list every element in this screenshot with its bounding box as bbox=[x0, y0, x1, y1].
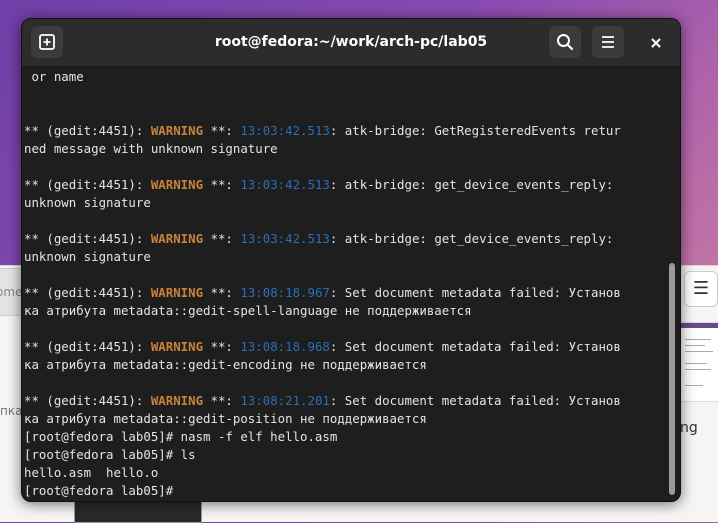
terminal-text: unknown signature bbox=[24, 249, 151, 264]
terminal-window[interactable]: root@fedora:~/work/arch-pc/lab05 or name… bbox=[21, 18, 681, 502]
terminal-line: [root@fedora lab05]# bbox=[24, 482, 664, 498]
terminal-text: ** (gedit:4451): bbox=[24, 177, 151, 192]
background-text: ng bbox=[680, 420, 698, 436]
background-thumbnail bbox=[680, 322, 718, 402]
close-icon bbox=[651, 38, 661, 48]
terminal-text: **: bbox=[203, 231, 241, 246]
search-button[interactable] bbox=[549, 26, 581, 58]
menu-button[interactable] bbox=[592, 26, 624, 58]
timestamp: 13:08:18.968 bbox=[240, 339, 330, 354]
terminal-line: ** (gedit:4451): WARNING **: 13:08:18.96… bbox=[24, 338, 664, 356]
terminal-line: or name bbox=[24, 68, 664, 86]
window-title: root@fedora:~/work/arch-pc/lab05 bbox=[214, 34, 488, 50]
terminal-text: ned message with unknown signature bbox=[24, 141, 278, 156]
terminal-text: ** (gedit:4451): bbox=[24, 285, 151, 300]
terminal-line: ** (gedit:4451): WARNING **: 13:08:18.96… bbox=[24, 284, 664, 302]
terminal-text: [root@fedora lab05]# bbox=[24, 483, 181, 498]
terminal-text: ** (gedit:4451): bbox=[24, 123, 151, 138]
warning-label: WARNING bbox=[150, 393, 204, 408]
terminal-line: ка атрибута metadata::gedit-spell-langua… bbox=[24, 302, 664, 320]
plus-square-icon bbox=[39, 34, 55, 50]
terminal-line: ** (gedit:4451): WARNING **: 13:08:21.20… bbox=[24, 392, 664, 410]
search-icon bbox=[557, 34, 574, 51]
terminal-line: ка атрибута metadata::gedit-position не … bbox=[24, 410, 664, 428]
timestamp: 13:08:21.201 bbox=[240, 393, 330, 408]
background-menu-button[interactable]: ☰ bbox=[684, 271, 718, 307]
terminal-text: ка атрибута metadata::gedit-encoding не … bbox=[24, 357, 427, 372]
timestamp: 13:03:42.513 bbox=[240, 177, 330, 192]
terminal-line: ка атрибута metadata::gedit-encoding не … bbox=[24, 356, 664, 374]
new-tab-button[interactable] bbox=[31, 26, 63, 58]
terminal-line: ** (gedit:4451): WARNING **: 13:03:42.51… bbox=[24, 122, 664, 140]
terminal-text: ** (gedit:4451): bbox=[24, 393, 151, 408]
terminal-line: ** (gedit:4451): WARNING **: 13:03:42.51… bbox=[24, 176, 664, 194]
timestamp: 13:08:18.967 bbox=[240, 285, 330, 300]
terminal-text: **: bbox=[203, 177, 241, 192]
background-label: пка bbox=[0, 404, 22, 418]
terminal-text: ка атрибута metadata::gedit-position не … bbox=[24, 411, 427, 426]
terminal-text: : Set document metadata failed: Установ bbox=[329, 285, 621, 300]
terminal-line: [root@fedora lab05]# ls bbox=[24, 446, 664, 464]
timestamp: 13:03:42.513 bbox=[240, 231, 330, 246]
warning-label: WARNING bbox=[150, 231, 204, 246]
terminal-text: unknown signature bbox=[24, 195, 151, 210]
terminal-text: **: bbox=[203, 339, 241, 354]
terminal-text: ка атрибута metadata::gedit-spell-langua… bbox=[24, 303, 472, 318]
terminal-text: **: bbox=[203, 285, 241, 300]
scrollbar-thumb[interactable] bbox=[669, 263, 675, 495]
terminal-text: hello.asm hello.o bbox=[24, 465, 159, 480]
terminal-text: : atk-bridge: get_device_events_reply: bbox=[329, 177, 614, 192]
hamburger-menu-icon: ☰ bbox=[692, 278, 710, 299]
terminal-text: : Set document metadata failed: Установ bbox=[329, 393, 621, 408]
title-bar[interactable]: root@fedora:~/work/arch-pc/lab05 bbox=[22, 19, 680, 67]
warning-label: WARNING bbox=[150, 177, 204, 192]
terminal-line: unknown signature bbox=[24, 248, 664, 266]
warning-label: WARNING bbox=[150, 285, 204, 300]
terminal-text: or name bbox=[24, 69, 84, 84]
terminal-line: [root@fedora lab05]# nasm -f elf hello.a… bbox=[24, 428, 664, 446]
timestamp: 13:03:42.513 bbox=[240, 123, 330, 138]
terminal-text: ** (gedit:4451): bbox=[24, 339, 151, 354]
scrollbar[interactable] bbox=[666, 68, 678, 499]
terminal-text: **: bbox=[203, 393, 241, 408]
background-tab-label: ome bbox=[0, 285, 23, 299]
terminal-text: [root@fedora lab05]# ls bbox=[24, 447, 196, 462]
terminal-text: ** (gedit:4451): bbox=[24, 231, 151, 246]
warning-label: WARNING bbox=[150, 123, 204, 138]
terminal-text: **: bbox=[203, 123, 241, 138]
hamburger-menu-icon bbox=[602, 36, 614, 48]
terminal-text: : atk-bridge: get_device_events_reply: bbox=[329, 231, 614, 246]
terminal-text: [root@fedora lab05]# nasm -f elf hello.a… bbox=[24, 429, 338, 444]
close-button[interactable] bbox=[644, 31, 668, 55]
warning-label: WARNING bbox=[150, 339, 204, 354]
terminal-text: : atk-bridge: GetRegisteredEvents retur bbox=[329, 123, 621, 138]
terminal-line: ** (gedit:4451): WARNING **: 13:03:42.51… bbox=[24, 230, 664, 248]
terminal-output[interactable]: or name ** (gedit:4451): WARNING **: 13:0… bbox=[24, 68, 664, 498]
terminal-line: hello.asm hello.o bbox=[24, 464, 664, 482]
terminal-text: : Set document metadata failed: Установ bbox=[329, 339, 621, 354]
terminal-line: unknown signature bbox=[24, 194, 664, 212]
terminal-line: ned message with unknown signature bbox=[24, 140, 664, 158]
